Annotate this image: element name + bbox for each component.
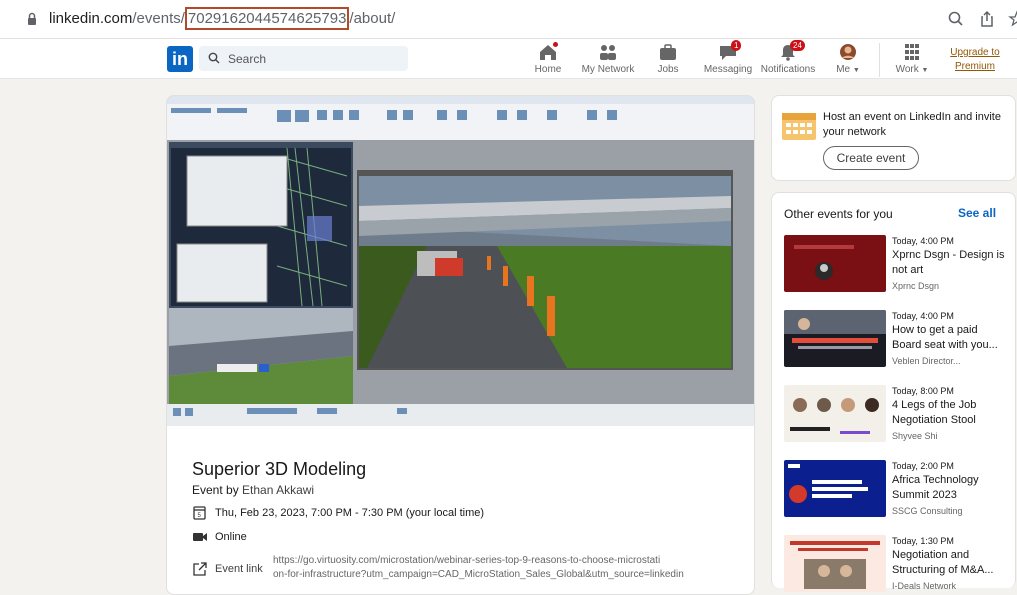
external-link-icon <box>193 562 207 576</box>
chevron-down-icon: ▼ <box>852 67 860 74</box>
home-icon <box>518 40 578 61</box>
url-event-id-highlight: 7029162044574625793 <box>184 7 350 30</box>
upgrade-premium-link[interactable]: Upgrade to Premium <box>945 46 1005 74</box>
event-cover-image <box>167 96 754 426</box>
url-path-end: /about/ <box>349 10 396 27</box>
event-list-item[interactable]: Today, 4:00 PM Xprnc Dsgn - Design is no… <box>784 235 1017 295</box>
event-thumbnail <box>784 235 886 292</box>
event-link-row: Event link <box>192 562 263 576</box>
event-name: Xprnc Dsgn - Design is not art <box>892 249 1005 276</box>
event-byline: Event by Ethan Akkawi <box>192 483 315 497</box>
nav-me[interactable]: Me ▼ <box>818 43 878 75</box>
top-navigation: in Search Home My Network Jobs 1 Messagi… <box>0 39 1017 79</box>
nav-notifications[interactable]: 24 Notifications <box>758 40 818 75</box>
share-icon[interactable] <box>978 10 996 28</box>
event-main-card: Superior 3D Modeling Event by Ethan Akka… <box>166 95 755 595</box>
bell-icon: 24 <box>758 40 818 61</box>
event-format-row: Online <box>192 530 247 544</box>
event-thumbnail <box>784 535 886 592</box>
host-event-text: Host an event on LinkedIn and invite you… <box>823 111 1001 138</box>
event-list-item[interactable]: Today, 8:00 PM 4 Legs of the Job Negotia… <box>784 385 1017 445</box>
event-list-item[interactable]: Today, 1:30 PM Negotiation and Structuri… <box>784 535 1017 595</box>
event-list-item[interactable]: Today, 4:00 PM How to get a paid Board s… <box>784 310 1017 370</box>
bookmark-star-icon[interactable] <box>1008 10 1017 28</box>
browser-address-bar[interactable]: linkedin.com/events/7029162044574625793/… <box>0 0 1017 39</box>
event-datetime-row: 5 Thu, Feb 23, 2023, 7:00 PM - 7:30 PM (y… <box>192 506 484 520</box>
nav-divider <box>879 43 880 77</box>
nav-jobs[interactable]: Jobs <box>638 43 698 75</box>
video-icon <box>193 533 207 541</box>
nav-work[interactable]: Work ▼ <box>882 43 942 75</box>
linkedin-logo[interactable]: in <box>167 46 193 72</box>
lock-icon <box>28 12 36 25</box>
search-icon <box>208 52 220 64</box>
url-domain: linkedin.com <box>49 10 133 27</box>
calendar-illustration-icon <box>782 113 816 140</box>
svg-text:5: 5 <box>198 513 202 519</box>
messaging-icon: 1 <box>698 40 758 61</box>
search-bar[interactable]: Search <box>199 46 408 71</box>
event-link-url[interactable]: https://go.virtuosity.com/microstation/w… <box>273 554 684 582</box>
briefcase-icon <box>638 43 698 61</box>
event-title: Superior 3D Modeling <box>192 459 367 479</box>
other-events-card: Other events for you See all Today, 4:00… <box>771 192 1017 592</box>
event-list-item[interactable]: Today, 2:00 PM Africa Technology Summit … <box>784 460 1017 520</box>
url-path-start: /events/ <box>132 10 185 27</box>
nav-home[interactable]: Home <box>518 40 578 75</box>
nav-messaging[interactable]: 1 Messaging <box>698 40 758 75</box>
zoom-icon[interactable] <box>947 10 965 28</box>
event-thumbnail <box>784 310 886 367</box>
event-thumbnail <box>784 460 886 517</box>
event-name: 4 Legs of the Job Negotiation Stool <box>892 399 977 426</box>
search-placeholder: Search <box>228 52 267 66</box>
notifications-badge: 24 <box>790 40 805 51</box>
avatar-icon <box>818 43 878 61</box>
nav-my-network[interactable]: My Network <box>578 43 638 75</box>
chevron-down-icon: ▼ <box>921 67 929 74</box>
see-all-link[interactable]: See all <box>958 206 996 220</box>
create-event-button[interactable]: Create event <box>823 146 919 170</box>
event-thumbnail <box>784 385 886 442</box>
calendar-icon: 5 <box>193 506 206 520</box>
event-name: Africa Technology Summit 2023 <box>892 474 979 501</box>
other-events-heading: Other events for you <box>784 207 893 221</box>
event-name: Negotiation and Structuring of M&A... <box>892 549 994 576</box>
grid-icon <box>882 43 942 61</box>
network-icon <box>578 43 638 61</box>
host-event-card: Host an event on LinkedIn and invite you… <box>771 95 1016 181</box>
event-name: How to get a paid Board seat with you... <box>892 324 998 351</box>
messaging-badge: 1 <box>731 40 742 51</box>
url-text[interactable]: linkedin.com/events/7029162044574625793/… <box>49 7 396 30</box>
organizer-link[interactable]: Ethan Akkawi <box>242 483 314 497</box>
